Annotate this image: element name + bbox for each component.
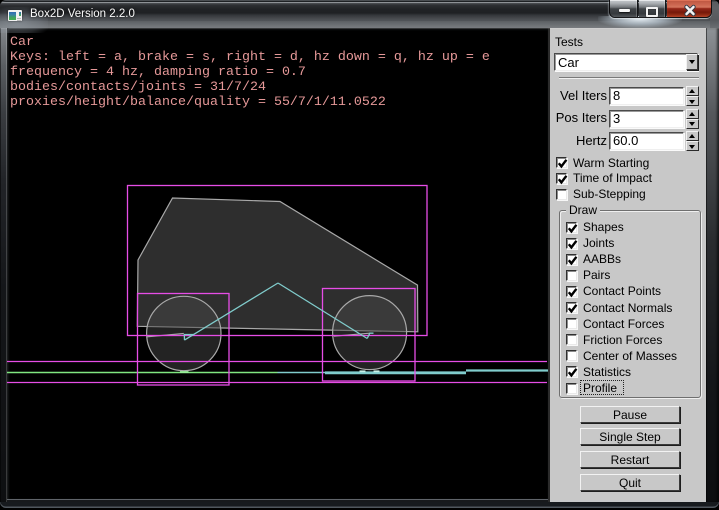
svg-text:proxies/height/balance/quality: proxies/height/balance/quality = 55/7/1/… (10, 95, 386, 110)
svg-text:frequency = 4 hz, damping rati: frequency = 4 hz, damping ratio = 0.7 (10, 65, 306, 80)
svg-text:Keys: left = a, brake = s, rig: Keys: left = a, brake = s, right = d, hz… (10, 50, 490, 65)
svg-text:Car: Car (10, 35, 34, 50)
svg-text:bodies/contacts/joints = 31/7/: bodies/contacts/joints = 31/7/24 (10, 80, 266, 95)
